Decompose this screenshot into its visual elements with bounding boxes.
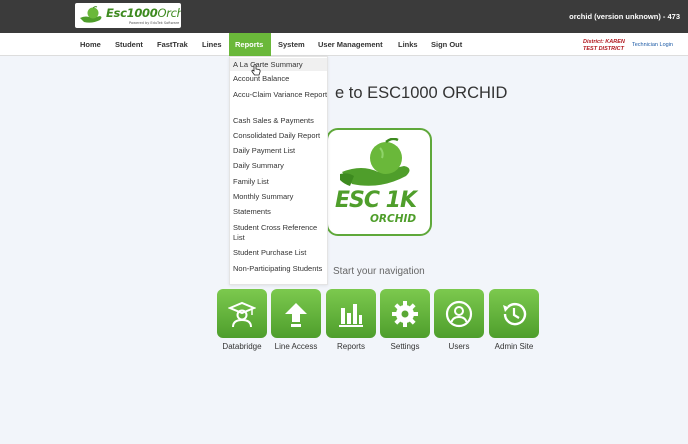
menu-item-non-participating-students[interactable]: Non-Participating Students [233,264,329,274]
logo-powered-by: Powered by EduTek Software [129,21,180,25]
menu-item-cash-sales-payments[interactable]: Cash Sales & Payments [233,116,329,126]
apple-hand-icon [80,6,102,23]
nav-system[interactable]: System [272,33,311,56]
tile-line-access[interactable]: Line Access [271,289,321,351]
menu-item-student-purchase-list[interactable]: Student Purchase List [233,248,329,258]
tile-admin-site[interactable]: Admin Site [489,289,539,351]
menu-item-a-la-carte-summary[interactable]: A La Carte Summary [230,58,327,71]
menu-item-daily-payment-list[interactable]: Daily Payment List [233,146,329,156]
logo-text: Esc1000Orchid [106,6,181,20]
menu-item-monthly-summary[interactable]: Monthly Summary [233,192,329,202]
district-label: District: KAREN TEST DISTRICT [583,39,625,52]
tile-reports[interactable]: Reports [326,289,376,351]
top-bar: Esc1000Orchid Powered by EduTek Software… [0,0,688,33]
menu-item-consolidated-daily-report[interactable]: Consolidated Daily Report [233,131,329,141]
history-icon [503,302,527,326]
app-logo[interactable]: Esc1000Orchid Powered by EduTek Software [75,3,181,28]
menu-item-student-cross-reference-list[interactable]: Student Cross Reference List [233,223,329,243]
tile-settings[interactable]: Settings [380,289,430,351]
menu-item-statements[interactable]: Statements [233,207,329,217]
nav-home[interactable]: Home [74,33,107,56]
welcome-heading: e to ESC1000 ORCHID [335,84,508,102]
nav-reports[interactable]: Reports [229,33,271,56]
nav-sign-out[interactable]: Sign Out [425,33,468,56]
tile-label: Admin Site [494,342,534,351]
reports-dropdown-menu: A La Carte Summary Account Balance Accu-… [229,56,328,285]
tile-databridge[interactable]: Databridge [217,289,267,351]
gear-icon [392,301,418,327]
nav-lines[interactable]: Lines [196,33,228,56]
menu-item-family-list[interactable]: Family List [233,177,329,187]
menu-item-daily-summary[interactable]: Daily Summary [233,161,329,171]
tile-users[interactable]: Users [434,289,484,351]
menu-item-accu-claim-variance-report[interactable]: Accu-Claim Variance Report [233,90,329,100]
technician-login-link[interactable]: Technician Login [632,42,673,48]
upload-icon [285,303,307,327]
nav-user-management[interactable]: User Management [312,33,389,56]
main-nav: Home Student FastTrak Lines Reports Syst… [0,33,688,56]
hand-cursor-icon [251,64,261,76]
menu-item-account-balance[interactable]: Account Balance [233,74,329,84]
nav-fasttrak[interactable]: FastTrak [151,33,194,56]
user-icon [445,300,473,328]
bar-chart-icon [339,304,363,327]
start-navigation-text: Start your navigation [333,266,425,277]
logo-orchid-text: ORCHID [370,213,417,225]
esc1k-orchid-logo: ESC 1K ORCHID [326,128,432,236]
version-text: orchid (version unknown) - 473 [569,12,680,21]
graduate-icon [228,301,256,328]
nav-student[interactable]: Student [109,33,149,56]
nav-links[interactable]: Links [392,33,424,56]
apple-hand-icon [340,138,410,186]
logo-esc-text: ESC 1K [335,188,417,213]
